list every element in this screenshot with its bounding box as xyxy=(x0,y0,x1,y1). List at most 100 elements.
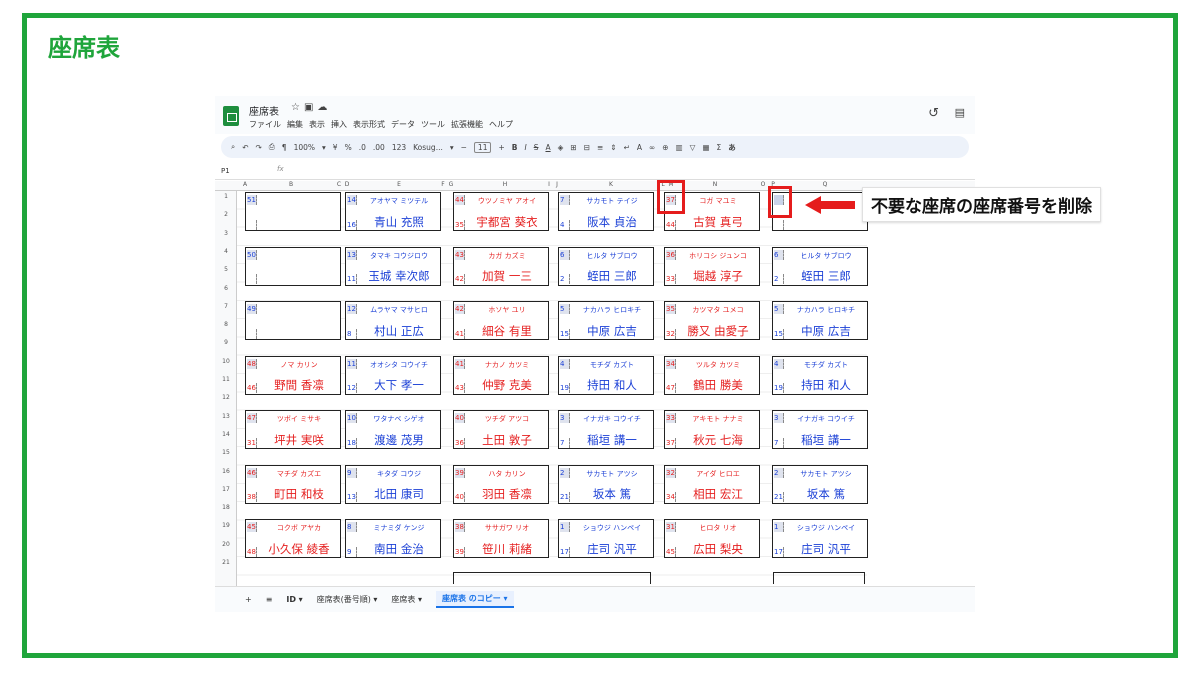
link-icon[interactable]: ∞ xyxy=(649,143,655,152)
row-header[interactable]: 5 xyxy=(215,266,237,273)
row-header[interactable]: 3 xyxy=(215,230,237,237)
student-id[interactable]: 7 xyxy=(560,437,570,448)
seat-card[interactable]: 50 xyxy=(245,246,341,286)
column-header[interactable]: A xyxy=(243,181,247,188)
seat-number[interactable]: 14 xyxy=(347,195,357,205)
seat-number[interactable]: 43 xyxy=(455,249,465,260)
student-id[interactable]: 40 xyxy=(455,492,465,502)
column-header[interactable]: C xyxy=(337,181,341,188)
increase-decimal-icon[interactable]: .00 xyxy=(373,143,385,152)
seat-card[interactable]: 6 ヒルタ サブロウ 2 蛭田 三郎 xyxy=(558,246,654,286)
seat-number[interactable]: 51 xyxy=(247,195,257,205)
functions-icon[interactable]: Σ xyxy=(717,143,722,152)
row-header[interactable]: 10 xyxy=(215,358,237,365)
seat-number[interactable]: 34 xyxy=(666,358,676,369)
filter-views-icon[interactable]: ▦ xyxy=(702,143,709,152)
seat-card[interactable]: 3 イナガキ コウイチ 7 稲垣 講一 xyxy=(772,410,868,449)
seat-number[interactable]: 9 xyxy=(347,467,357,478)
student-id[interactable] xyxy=(247,328,257,339)
column-header[interactable]: I xyxy=(548,181,550,188)
seat-card[interactable]: 13 タマキ コウジロウ 11 玉城 幸次郎 xyxy=(345,246,441,286)
seat-number[interactable]: 1 xyxy=(560,522,570,532)
menu-item[interactable]: 編集 xyxy=(287,119,303,130)
row-header[interactable]: 20 xyxy=(215,541,237,548)
title-icons[interactable]: ☆▣☁ xyxy=(291,102,331,113)
seat-card[interactable]: 47 ツボイ ミサキ 31 坪井 実咲 xyxy=(245,410,341,449)
student-id[interactable]: 45 xyxy=(666,546,676,557)
student-id[interactable]: 21 xyxy=(774,492,784,502)
student-id[interactable]: 35 xyxy=(455,219,465,230)
redo-icon[interactable]: ↷ xyxy=(256,143,262,152)
seat-card[interactable]: 4 モチダ カズト 19 持田 和人 xyxy=(772,355,868,395)
seat-number[interactable]: 49 xyxy=(247,304,257,314)
undo-icon[interactable]: ↶ xyxy=(242,143,248,152)
seat-card[interactable]: 7 サカモト テイジ 4 阪本 貞治 xyxy=(558,192,654,231)
seat-card[interactable]: 36 ホリコシ ジュンコ 33 堀越 淳子 xyxy=(664,246,760,286)
row-header[interactable]: 16 xyxy=(215,468,237,475)
seat-card[interactable]: 45 コクボ アヤカ 48 小久保 綾香 xyxy=(245,519,341,558)
student-id[interactable]: 41 xyxy=(455,328,465,339)
student-id[interactable]: 16 xyxy=(347,219,357,230)
currency-icon[interactable]: ¥ xyxy=(333,143,338,152)
add-sheet-icon[interactable]: + xyxy=(245,595,252,604)
fill-color-icon[interactable]: ◈ xyxy=(558,143,564,152)
seat-number[interactable]: 38 xyxy=(455,522,465,532)
seat-card[interactable]: 4 モチダ カズト 19 持田 和人 xyxy=(558,355,654,395)
menu-item[interactable]: 表示 xyxy=(309,119,325,130)
text-color-icon[interactable]: A xyxy=(545,143,550,152)
seat-number[interactable]: 5 xyxy=(774,304,784,314)
menu-item[interactable]: ヘルプ xyxy=(489,119,513,130)
row-header[interactable]: 17 xyxy=(215,486,237,493)
column-header[interactable]: F xyxy=(441,181,444,188)
student-id[interactable] xyxy=(247,274,257,284)
seat-card[interactable]: 11 オオシタ コウイチ 12 大下 孝一 xyxy=(345,355,441,395)
seat-card[interactable]: 32 アイダ ヒロエ 34 相田 宏江 xyxy=(664,464,760,504)
strikethrough-icon[interactable]: S xyxy=(534,143,539,152)
seat-card[interactable]: 35 カツマタ ユメコ 32 勝又 由愛子 xyxy=(664,301,760,340)
bold-icon[interactable]: B xyxy=(512,143,518,152)
seat-number[interactable]: 45 xyxy=(247,522,257,532)
plus-icon[interactable]: + xyxy=(498,143,504,152)
font-select[interactable]: Kosug... xyxy=(413,143,443,152)
student-id[interactable]: 48 xyxy=(247,546,257,557)
name-box[interactable]: P1 xyxy=(221,167,230,175)
seat-number[interactable]: 50 xyxy=(247,249,257,260)
seat-card[interactable]: 51 xyxy=(245,192,341,231)
all-sheets-icon[interactable]: ≡ xyxy=(266,595,273,604)
seat-card[interactable]: 14 アオヤマ ミツテル 16 青山 充照 xyxy=(345,192,441,231)
seat-number[interactable]: 7 xyxy=(560,195,570,205)
insert-comment-icon[interactable]: ⊕ xyxy=(662,143,668,152)
row-header[interactable]: 19 xyxy=(215,522,237,529)
seat-number[interactable]: 11 xyxy=(347,358,357,369)
student-id[interactable]: 8 xyxy=(347,328,357,339)
seat-number[interactable]: 1 xyxy=(774,522,784,532)
decrease-decimal-icon[interactable]: .0 xyxy=(359,143,366,152)
row-header[interactable]: 14 xyxy=(215,431,237,438)
more-formats-icon[interactable]: 123 xyxy=(392,143,406,152)
seat-card[interactable]: 39 ハタ カリン 40 羽田 香凛 xyxy=(453,464,549,504)
menu-item[interactable]: 挿入 xyxy=(331,119,347,130)
seat-card[interactable]: 10 ワタナベ シゲオ 18 渡邊 茂男 xyxy=(345,410,441,449)
seat-card[interactable]: 40 ツチダ アツコ 36 土田 敦子 xyxy=(453,410,549,449)
seat-number[interactable]: 3 xyxy=(560,413,570,423)
student-id[interactable]: 12 xyxy=(347,383,357,393)
student-id[interactable]: 9 xyxy=(347,546,357,557)
student-id[interactable]: 31 xyxy=(247,437,257,448)
seat-number[interactable]: 40 xyxy=(455,413,465,423)
seat-card[interactable]: 6 ヒルタ サブロウ 2 蛭田 三郎 xyxy=(772,246,868,286)
seat-number[interactable]: 41 xyxy=(455,358,465,369)
column-header[interactable]: N xyxy=(713,181,718,188)
print-icon[interactable]: ⎙ xyxy=(269,142,275,152)
input-tools-icon[interactable]: あ xyxy=(728,142,736,153)
seat-card[interactable]: 31 ヒロタ リオ 45 広田 梨央 xyxy=(664,519,760,558)
menu-item[interactable]: ファイル xyxy=(249,119,281,130)
student-id[interactable]: 7 xyxy=(774,437,784,448)
document-title[interactable]: 座席表 xyxy=(249,103,279,118)
student-id[interactable]: 19 xyxy=(774,383,784,393)
row-header[interactable]: 12 xyxy=(215,394,237,401)
student-id[interactable]: 34 xyxy=(666,492,676,502)
seat-number[interactable]: 46 xyxy=(247,467,257,478)
column-header[interactable]: J xyxy=(556,181,558,188)
student-id[interactable] xyxy=(247,219,257,230)
cloud-icon[interactable]: ☁ xyxy=(317,102,331,113)
